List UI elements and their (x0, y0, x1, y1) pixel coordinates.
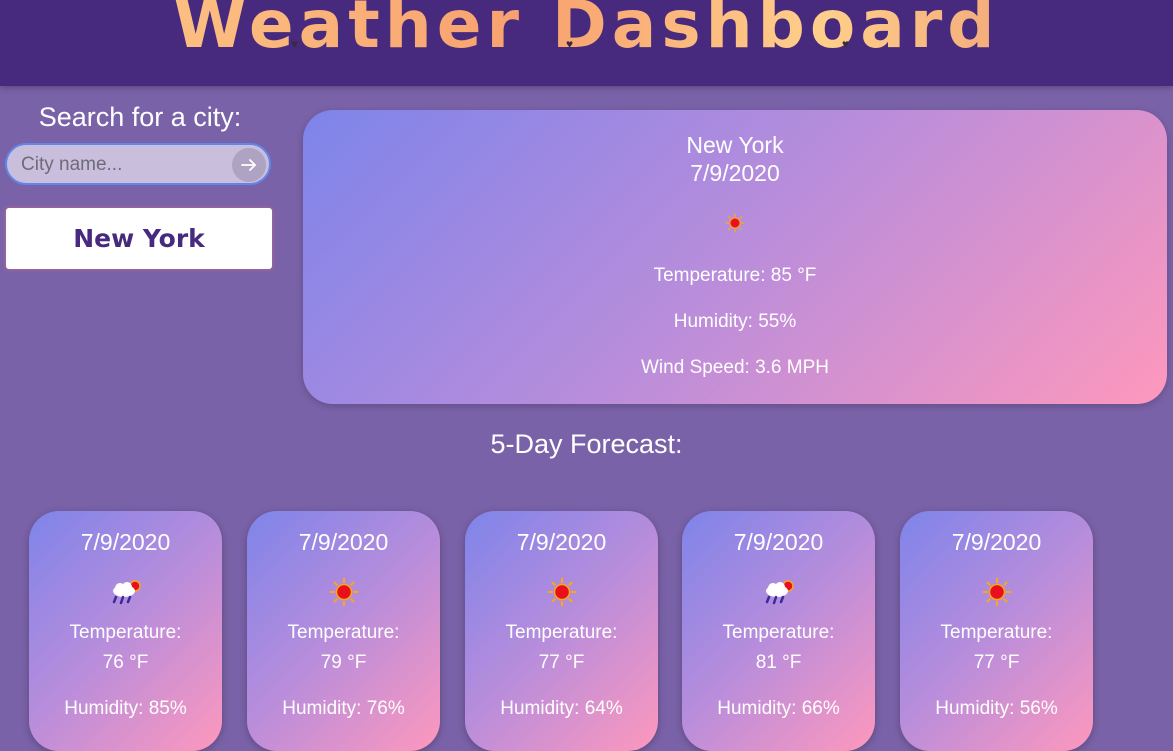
forecast-date: 7/9/2020 (951, 529, 1042, 555)
forecast-temp: 77 °F (538, 652, 585, 673)
forecast-temp: 76 °F (102, 652, 149, 673)
forecast-temp-label: Temperature: (505, 622, 618, 643)
arrow-right-icon (241, 159, 256, 171)
forecast-humidity: Humidity: 85% (64, 698, 187, 719)
rain-sun-icon (682, 577, 875, 607)
forecast-card: 7/9/2020 Temperature: 77 °F Humidity: 56… (900, 511, 1093, 751)
forecast-temp-label: Temperature: (287, 622, 400, 643)
forecast-date: 7/9/2020 (733, 529, 824, 555)
sun-icon (465, 577, 658, 607)
forecast-temp-label: Temperature: (722, 622, 835, 643)
forecast-humidity: Humidity: 56% (935, 698, 1058, 719)
search-history-button[interactable]: New York (6, 208, 272, 269)
forecast-card: 7/9/2020 Temperature: 77 °F Humidity: 64… (465, 511, 658, 751)
forecast-temp: 79 °F (320, 652, 367, 673)
forecast-humidity: Humidity: 76% (282, 698, 405, 719)
search-button[interactable] (232, 148, 266, 182)
search-input[interactable] (19, 151, 223, 179)
heart-icon: ♥ (291, 37, 299, 51)
forecast-temp-label: Temperature: (69, 622, 182, 643)
search-label: Search for a city: (38, 102, 242, 132)
forecast-humidity: Humidity: 64% (500, 698, 623, 719)
forecast-temp-label: Temperature: (940, 622, 1053, 643)
current-date: 7/9/2020 (690, 160, 780, 186)
search-box (5, 143, 271, 185)
sun-icon (247, 577, 440, 607)
forecast-date: 7/9/2020 (516, 529, 607, 555)
forecast-date: 7/9/2020 (80, 529, 171, 555)
sun-icon (900, 577, 1093, 607)
forecast-card: 7/9/2020 Temperature: 76 °F Humidity: 85… (29, 511, 222, 751)
forecast-temp: 77 °F (973, 652, 1020, 673)
forecast-humidity: Humidity: 66% (717, 698, 840, 719)
rain-sun-icon (29, 577, 222, 607)
forecast-heading: 5-Day Forecast: (490, 429, 683, 459)
header: Weather Dashboard ♥ ♥ ♥ (0, 0, 1173, 86)
forecast-card: 7/9/2020 Temperature: 81 °F Humidity: 66… (682, 511, 875, 751)
current-temperature: Temperature: 85 °F (653, 265, 817, 286)
current-humidity: Humidity: 55% (673, 311, 797, 332)
page-title: Weather Dashboard (0, 0, 1173, 63)
forecast-card: 7/9/2020 Temperature: 79 °F Humidity: 76… (247, 511, 440, 751)
sun-icon (725, 213, 745, 233)
heart-icon: ♥ (566, 37, 574, 51)
current-weather-card: New York 7/9/2020 Temperature: 85 °F Hum… (303, 110, 1167, 404)
current-city: New York (686, 132, 784, 158)
heart-icon: ♥ (842, 37, 850, 51)
current-wind-speed: Wind Speed: 3.6 MPH (641, 357, 829, 378)
forecast-date: 7/9/2020 (298, 529, 389, 555)
forecast-temp: 81 °F (755, 652, 802, 673)
